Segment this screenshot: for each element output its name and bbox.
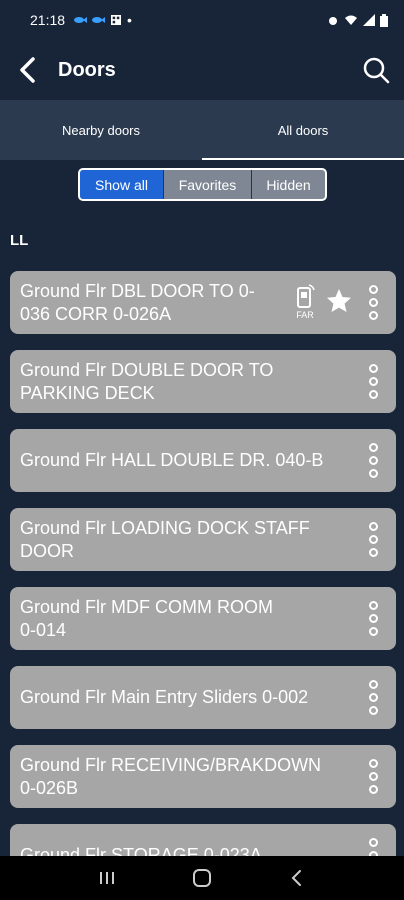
more-vertical-icon — [368, 601, 378, 636]
door-tabs: Nearby doors All doors — [0, 100, 404, 160]
door-label: Ground Flr HALL DOUBLE DR. 040-B — [20, 450, 324, 470]
more-options-button[interactable] — [360, 429, 386, 492]
section-header: LL — [10, 232, 29, 249]
recents-icon — [100, 872, 115, 884]
more-options-button[interactable] — [360, 666, 386, 729]
door-card[interactable]: Ground Flr DBL DOOR TO 0-036 CORR 0-026A… — [10, 271, 396, 334]
door-card[interactable]: Ground Flr Main Entry Sliders 0-002 — [10, 666, 396, 729]
more-options-button[interactable] — [360, 508, 386, 571]
wifi-icon — [345, 15, 357, 25]
star-icon[interactable] — [326, 288, 352, 314]
app-bar: Doors — [0, 40, 404, 100]
page-title: Doors — [58, 58, 116, 81]
more-vertical-icon — [368, 285, 378, 320]
more-options-button[interactable] — [360, 350, 386, 413]
more-options-button[interactable] — [360, 587, 386, 650]
recents-button[interactable] — [92, 863, 122, 893]
far-label: FAR — [296, 310, 314, 320]
door-label: Ground Flr DBL DOOR TO 0-036 CORR 0-026A — [20, 280, 255, 324]
more-vertical-icon — [368, 443, 378, 478]
more-options-button[interactable] — [360, 271, 386, 334]
door-card[interactable]: Ground Flr LOADING DOCK STAFF DOOR — [10, 508, 396, 571]
home-button[interactable] — [187, 863, 217, 893]
filter-segmented-control: Show all Favorites Hidden — [78, 168, 327, 201]
tab-all-doors[interactable]: All doors — [202, 100, 404, 160]
notification-icons: • — [73, 12, 132, 28]
door-label: Ground Flr Main Entry Sliders 0-002 — [20, 687, 309, 707]
system-icons — [327, 13, 388, 27]
system-nav-bar — [0, 856, 404, 900]
door-label: Ground Flr DOUBLE DOOR TO PARKING DECK — [20, 359, 274, 403]
filter-favorites[interactable]: Favorites — [164, 170, 252, 199]
door-card[interactable]: Ground Flr DOUBLE DOOR TO PARKING DECK — [10, 350, 396, 413]
status-bar: 21:18 • — [0, 0, 404, 40]
back-button[interactable] — [0, 40, 56, 100]
more-vertical-icon — [368, 522, 378, 557]
status-time: 21:18 — [30, 12, 66, 28]
system-back-button[interactable] — [282, 863, 312, 893]
more-options-button[interactable] — [360, 745, 386, 808]
fish-icon — [92, 17, 106, 23]
search-button[interactable] — [348, 40, 404, 100]
tab-nearby-doors[interactable]: Nearby doors — [0, 100, 202, 160]
back-icon — [291, 870, 301, 886]
far-badge: FAR — [292, 283, 318, 327]
phone-far-icon — [297, 284, 315, 308]
more-vertical-icon — [368, 364, 378, 399]
door-card[interactable]: Ground Flr RECEIVING/BRAKDOWN 0-026B — [10, 745, 396, 808]
fish-icon — [74, 17, 88, 23]
door-label: Ground Flr RECEIVING/BRAKDOWN 0-026B — [20, 754, 322, 798]
door-card[interactable]: Ground Flr HALL DOUBLE DR. 040-B — [10, 429, 396, 492]
home-icon — [192, 869, 211, 887]
more-vertical-icon — [368, 759, 378, 794]
battery-icon — [380, 13, 388, 27]
more-vertical-icon — [368, 680, 378, 715]
arrow-left-icon — [20, 57, 35, 83]
qr-icon — [111, 15, 122, 25]
status-dot: • — [127, 12, 132, 28]
alarm-icon — [329, 17, 337, 25]
filter-show-all[interactable]: Show all — [80, 170, 164, 199]
door-card[interactable]: Ground Flr MDF COMM ROOM 0-014 — [10, 587, 396, 650]
filter-hidden[interactable]: Hidden — [252, 170, 325, 199]
search-icon — [363, 57, 390, 84]
signal-icon — [363, 14, 375, 26]
door-label: Ground Flr MDF COMM ROOM 0-014 — [20, 596, 274, 640]
door-list: Ground Flr DBL DOOR TO 0-036 CORR 0-026A… — [10, 271, 396, 900]
door-label: Ground Flr LOADING DOCK STAFF DOOR — [20, 517, 310, 561]
